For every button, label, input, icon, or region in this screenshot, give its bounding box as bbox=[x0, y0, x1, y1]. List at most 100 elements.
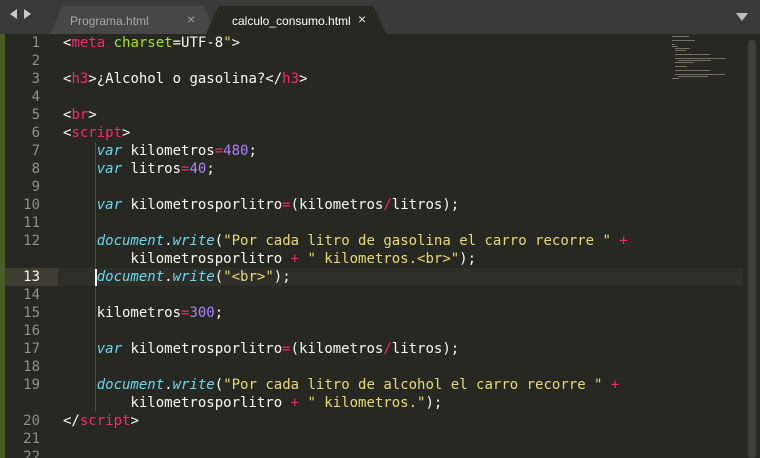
code-line: <h3>¿Alcohol o gasolina?</h3> bbox=[63, 70, 307, 88]
code-token: . bbox=[164, 377, 173, 393]
code-token: " bbox=[223, 35, 232, 51]
code-line: kilometros=300; bbox=[63, 304, 223, 322]
minimap-line bbox=[675, 48, 691, 49]
minimap-line bbox=[675, 50, 687, 51]
code-token: ); bbox=[459, 251, 477, 267]
triangle-right-icon[interactable] bbox=[24, 9, 31, 19]
line-number: 4 bbox=[31, 89, 40, 105]
code-token: script bbox=[71, 125, 123, 141]
code-token: >¿Alcohol o gasolina?</ bbox=[88, 71, 283, 87]
code-token: > bbox=[231, 35, 241, 51]
code-token: > bbox=[88, 107, 97, 123]
code-line: document.write("<br>"); bbox=[63, 268, 291, 286]
minimap-line bbox=[672, 40, 696, 41]
text-cursor bbox=[95, 269, 97, 286]
code-token: = bbox=[214, 143, 224, 159]
code-token: meta bbox=[71, 35, 106, 51]
code-token: = bbox=[282, 197, 291, 213]
code-token: var bbox=[96, 341, 123, 357]
scroll-thumb[interactable] bbox=[748, 40, 756, 458]
code-token: kilometrosporlitro bbox=[63, 395, 291, 411]
tab-calculo-consumo[interactable]: calculo_consumo.html × bbox=[206, 6, 386, 34]
minimap-line bbox=[678, 76, 708, 77]
tab-label: Programa.html bbox=[70, 14, 149, 28]
code-token: ( bbox=[214, 269, 224, 285]
code-token: . bbox=[164, 269, 173, 285]
line-number: 18 bbox=[23, 359, 40, 375]
code-line: var kilometros=480; bbox=[63, 142, 257, 160]
line-number: 20 bbox=[23, 413, 40, 429]
line-number: 19 bbox=[23, 377, 40, 393]
code-token: kilometrosporlitro bbox=[122, 341, 283, 357]
line-number: 22 bbox=[23, 449, 40, 458]
code-token: + bbox=[610, 377, 620, 393]
editor-window: Programa.html × calculo_consumo.html × 1… bbox=[0, 0, 760, 458]
close-icon[interactable]: × bbox=[358, 11, 366, 27]
code-token: > bbox=[130, 413, 139, 429]
code-token: ; bbox=[206, 161, 215, 177]
code-token: document bbox=[96, 377, 165, 393]
line-number: 10 bbox=[23, 197, 40, 213]
triangle-left-icon[interactable] bbox=[10, 9, 17, 19]
code-editor[interactable]: 1 2 3 4 5 6 7 8 9 10 11 12 13 14 15 16 17 18 19 20 21 22 <met… bbox=[0, 34, 760, 458]
code-token: + bbox=[290, 395, 300, 411]
minimap[interactable] bbox=[672, 36, 742, 86]
code-token: kilometrosporlitro bbox=[63, 251, 291, 267]
code-token: 480 bbox=[223, 143, 249, 159]
code-token: br bbox=[71, 107, 89, 123]
code-line: kilometrosporlitro + " kilometros."); bbox=[63, 394, 442, 412]
code-token: = bbox=[282, 341, 291, 357]
line-number: 3 bbox=[31, 71, 40, 87]
code-token: (kilometros bbox=[290, 341, 384, 357]
minimap-line bbox=[675, 62, 694, 63]
code-token: ( bbox=[214, 377, 224, 393]
code-token: var bbox=[96, 143, 123, 159]
line-number: 13 bbox=[23, 269, 40, 285]
tab-programa[interactable]: Programa.html × bbox=[50, 6, 216, 34]
code-token: . bbox=[164, 233, 173, 249]
line-number: 5 bbox=[31, 107, 40, 123]
minimap-line bbox=[672, 44, 676, 45]
code-token: kilometros bbox=[63, 305, 182, 321]
code-token: ( bbox=[214, 233, 224, 249]
code-line: </script> bbox=[63, 412, 139, 430]
code-token: h3 bbox=[71, 71, 89, 87]
minimap-line bbox=[672, 46, 679, 47]
code-token: litros); bbox=[391, 341, 460, 357]
tab-label: calculo_consumo.html bbox=[232, 14, 351, 28]
line-number: 17 bbox=[23, 341, 40, 357]
line-number: 16 bbox=[23, 323, 40, 339]
code-token: document bbox=[96, 233, 165, 249]
code-token: " kilometros.<br>" bbox=[307, 251, 460, 267]
line-number: 7 bbox=[31, 143, 40, 159]
code-token: + bbox=[290, 251, 300, 267]
code-token: / bbox=[383, 341, 392, 357]
code-token: ; bbox=[214, 305, 224, 321]
code-token: 40 bbox=[189, 161, 207, 177]
minimap-line bbox=[675, 74, 725, 75]
code-token: kilometros bbox=[122, 143, 215, 159]
line-number: 11 bbox=[23, 215, 40, 231]
code-token: ); bbox=[273, 269, 291, 285]
vertical-scrollbar[interactable] bbox=[743, 34, 760, 458]
code-token: kilometrosporlitro bbox=[122, 197, 283, 213]
code-token: > bbox=[122, 125, 131, 141]
code-line: <script> bbox=[63, 124, 130, 142]
minimap-line bbox=[672, 78, 680, 79]
chevron-down-icon[interactable] bbox=[736, 13, 748, 21]
code-token: write bbox=[172, 233, 215, 249]
code-token: write bbox=[172, 269, 215, 285]
minimap-line bbox=[672, 36, 689, 37]
line-number: 6 bbox=[31, 125, 40, 141]
code-token: + bbox=[619, 233, 628, 249]
close-icon[interactable]: × bbox=[187, 11, 195, 27]
tab-bar: Programa.html × calculo_consumo.html × bbox=[0, 0, 760, 34]
code-token: 300 bbox=[189, 305, 215, 321]
code-token: = bbox=[172, 35, 182, 51]
code-token: > bbox=[299, 71, 308, 87]
code-token: (kilometros bbox=[290, 197, 384, 213]
code-token: / bbox=[383, 197, 392, 213]
